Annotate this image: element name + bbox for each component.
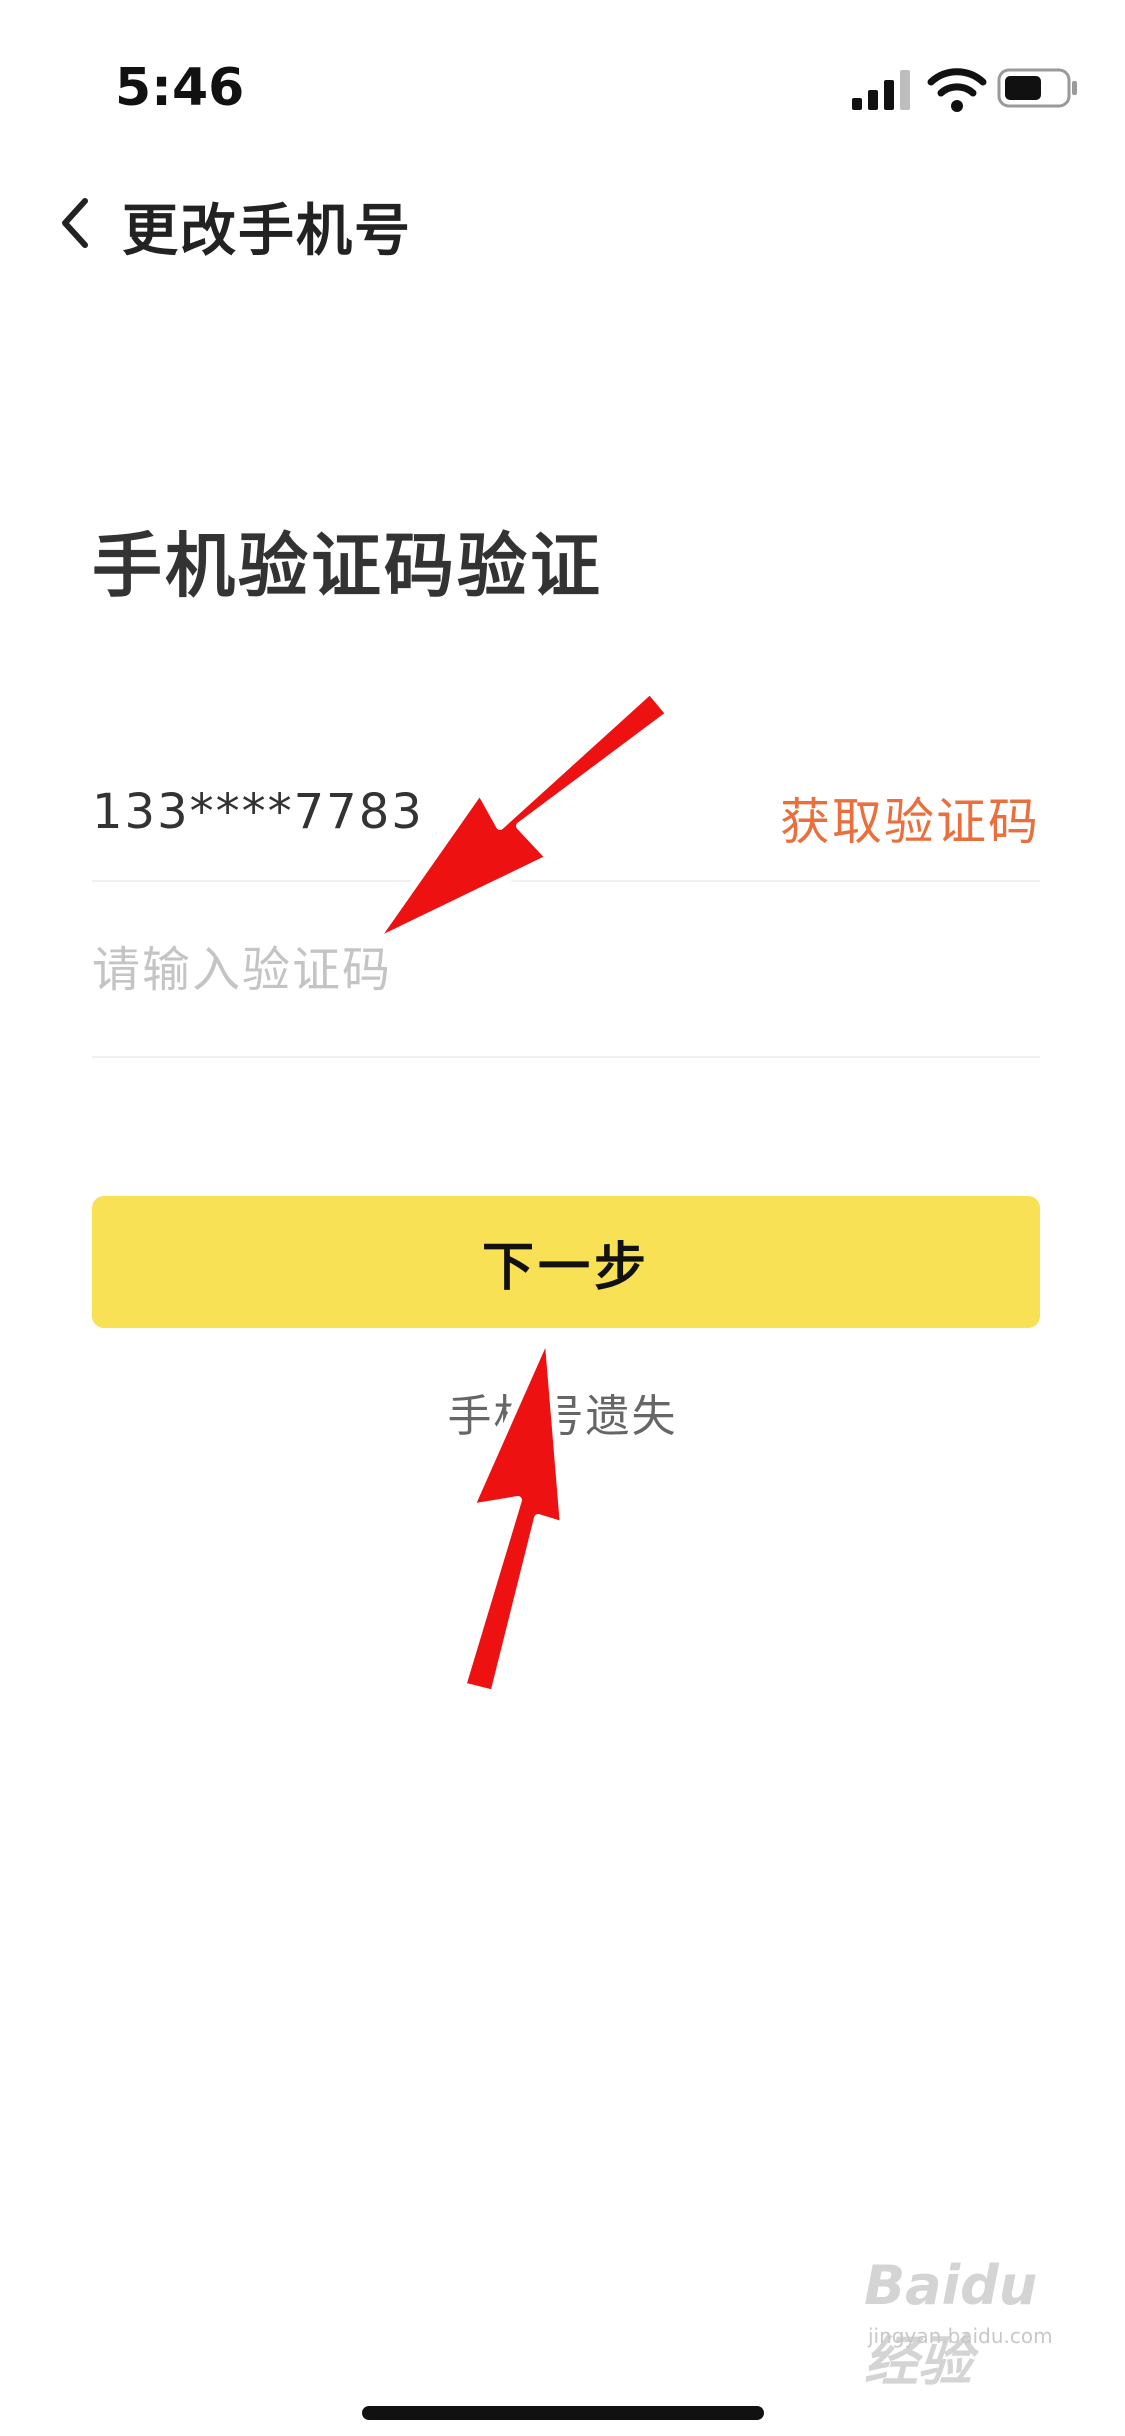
- phone-number: 133****7783: [92, 784, 424, 840]
- signal-icon: [852, 70, 910, 110]
- back-button[interactable]: [40, 188, 110, 258]
- status-time: 5:46: [115, 58, 245, 118]
- watermark-url: jingyan.baidu.com: [868, 2324, 1053, 2348]
- wifi-icon: [927, 68, 987, 112]
- lost-phone-link[interactable]: 手机号遗失: [0, 1380, 1125, 1444]
- page-title: 手机验证码验证: [92, 525, 603, 607]
- phone-row: 133****7783 获取验证码: [92, 760, 1040, 882]
- watermark: Baidu经验 jingyan.baidu.com: [864, 2250, 1084, 2393]
- status-bar: 5:46: [0, 0, 1125, 160]
- chevron-left-icon: [62, 198, 88, 248]
- get-code-button[interactable]: 获取验证码: [780, 782, 1040, 854]
- home-indicator[interactable]: [362, 2406, 764, 2420]
- code-row: [92, 880, 1040, 1058]
- nav-bar: 更改手机号: [0, 160, 1125, 280]
- verification-code-input[interactable]: [92, 920, 1040, 1020]
- next-step-button[interactable]: 下一步: [92, 1196, 1040, 1328]
- nav-title: 更改手机号: [122, 199, 412, 264]
- battery-icon: [997, 68, 1077, 108]
